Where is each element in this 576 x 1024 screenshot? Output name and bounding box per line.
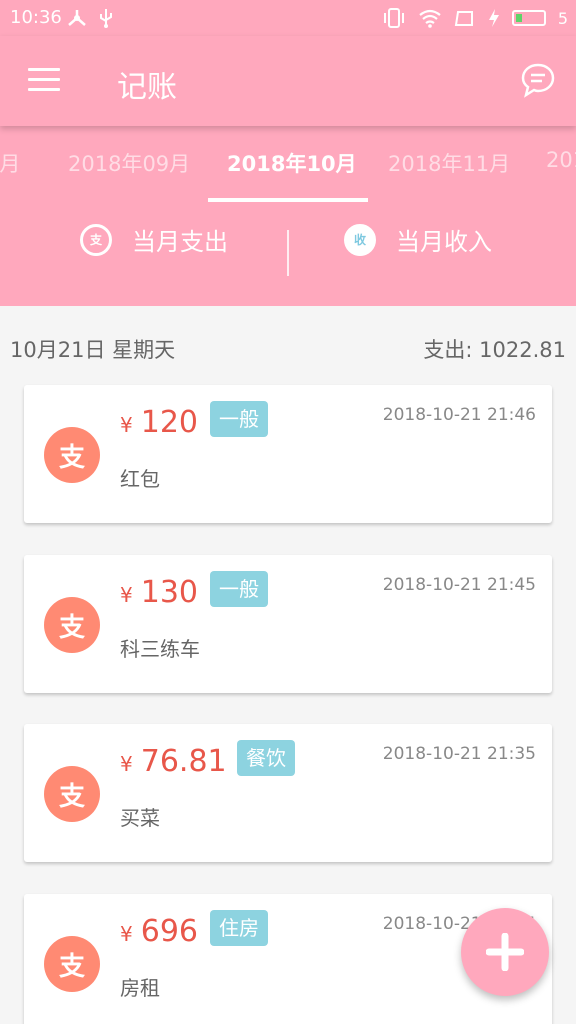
expense-avatar: 支	[44, 597, 100, 653]
tab-month-prev2[interactable]: 8月	[0, 148, 20, 178]
yen-symbol: ¥	[120, 583, 133, 607]
record-time: 2018-10-21 21:45	[382, 575, 536, 595]
month-tabs: 8月 2018年09月 2018年10月 2018年11月 201	[0, 126, 576, 202]
category-tag: 住房	[210, 910, 268, 946]
battery-icon	[511, 10, 546, 26]
day-date: 10月21日 星期天	[10, 338, 176, 362]
plus-icon	[486, 933, 524, 971]
record-amount: ¥ 130	[120, 575, 198, 610]
yen-symbol: ¥	[120, 413, 133, 437]
amount-value: 120	[140, 405, 198, 440]
amount-value: 76.81	[140, 744, 227, 779]
tab-month-next[interactable]: 2018年11月	[388, 148, 510, 178]
expense-avatar: 支	[44, 766, 100, 822]
expense-icon: 支	[80, 223, 112, 256]
monthly-expense-button[interactable]: 支 当月支出	[80, 222, 228, 257]
vibrate-icon	[383, 8, 404, 28]
battery-level: 5	[557, 8, 568, 28]
wifi-icon	[419, 9, 441, 28]
record-amount: ¥ 120	[120, 405, 198, 440]
record-note: 买菜	[120, 806, 160, 830]
monthly-income-label: 当月收入	[396, 228, 492, 256]
category-tag: 餐饮	[237, 740, 295, 776]
add-record-button[interactable]	[461, 908, 549, 996]
expense-avatar: 支	[44, 427, 100, 483]
category-tag: 一般	[210, 401, 268, 437]
tab-month-current[interactable]: 2018年10月	[227, 148, 357, 178]
record-note: 红包	[120, 467, 160, 491]
yen-symbol: ¥	[120, 752, 133, 776]
monthly-expense-label: 当月支出	[132, 228, 228, 256]
amount-value: 696	[140, 914, 198, 949]
income-icon: 收	[344, 223, 376, 256]
status-time: 10:36	[10, 7, 62, 28]
day-total: 支出: 1022.81	[423, 338, 566, 362]
tab-indicator	[208, 198, 368, 202]
status-bar: 10:36 5	[0, 0, 576, 36]
record-card[interactable]: 支 ¥ 120 一般 2018-10-21 21:46 红包	[24, 385, 552, 523]
month-header: 8月 2018年09月 2018年10月 2018年11月 201 支 当月支出…	[0, 126, 576, 306]
usb-icon	[100, 9, 112, 28]
record-note: 房租	[120, 976, 160, 1000]
usb-network-icon	[68, 10, 86, 26]
record-amount: ¥ 696	[120, 914, 198, 949]
record-time: 2018-10-21 21:35	[382, 744, 536, 764]
chat-icon[interactable]	[520, 62, 556, 98]
charging-icon	[488, 9, 499, 27]
tab-month-next2[interactable]: 201	[546, 148, 576, 172]
monthly-income-button[interactable]: 收 当月收入	[344, 222, 492, 257]
yen-symbol: ¥	[120, 922, 133, 946]
record-time: 2018-10-21 21:46	[382, 405, 536, 425]
summary-divider	[287, 230, 289, 276]
category-tag: 一般	[210, 571, 268, 607]
record-amount: ¥ 76.81	[120, 744, 227, 779]
screen-icon	[454, 11, 473, 26]
day-header: 10月21日 星期天 支出: 1022.81	[0, 322, 576, 368]
app-title: 记账	[117, 70, 177, 105]
tab-month-prev[interactable]: 2018年09月	[68, 148, 190, 178]
menu-icon[interactable]	[28, 68, 60, 92]
month-summary: 支 当月支出 收 当月收入	[0, 216, 576, 276]
record-card[interactable]: 支 ¥ 76.81 餐饮 2018-10-21 21:35 买菜	[24, 724, 552, 862]
record-note: 科三练车	[120, 637, 200, 661]
app-bar: 记账	[0, 36, 576, 126]
expense-avatar: 支	[44, 936, 100, 992]
amount-value: 130	[140, 575, 198, 610]
record-card[interactable]: 支 ¥ 130 一般 2018-10-21 21:45 科三练车	[24, 555, 552, 693]
